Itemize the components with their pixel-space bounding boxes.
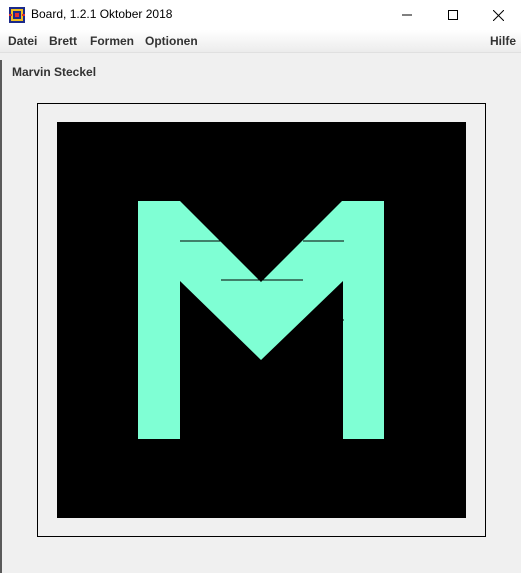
minimize-button[interactable] — [384, 0, 430, 30]
maximize-icon — [448, 10, 458, 20]
menu-optionen[interactable]: Optionen — [145, 34, 198, 48]
menu-formen[interactable]: Formen — [90, 34, 134, 48]
close-icon — [492, 9, 504, 21]
window-edge — [0, 60, 2, 573]
minimize-icon — [402, 14, 412, 16]
board-canvas[interactable] — [57, 122, 466, 518]
window-title: Board, 1.2.1 Oktober 2018 — [31, 7, 173, 21]
close-button[interactable] — [475, 0, 521, 30]
maximize-button[interactable] — [430, 0, 476, 30]
player-name: Marvin Steckel — [12, 65, 97, 79]
menu-datei[interactable]: Datei — [8, 34, 37, 48]
menu-bar: Datei Brett Formen Optionen Hilfe — [0, 30, 521, 53]
board-drawing — [138, 201, 384, 439]
menu-hilfe[interactable]: Hilfe — [490, 34, 516, 48]
letter-m-shape — [138, 201, 384, 439]
menu-brett[interactable]: Brett — [49, 34, 77, 48]
title-bar: Board, 1.2.1 Oktober 2018 — [0, 0, 521, 30]
board-app-icon — [9, 7, 25, 23]
